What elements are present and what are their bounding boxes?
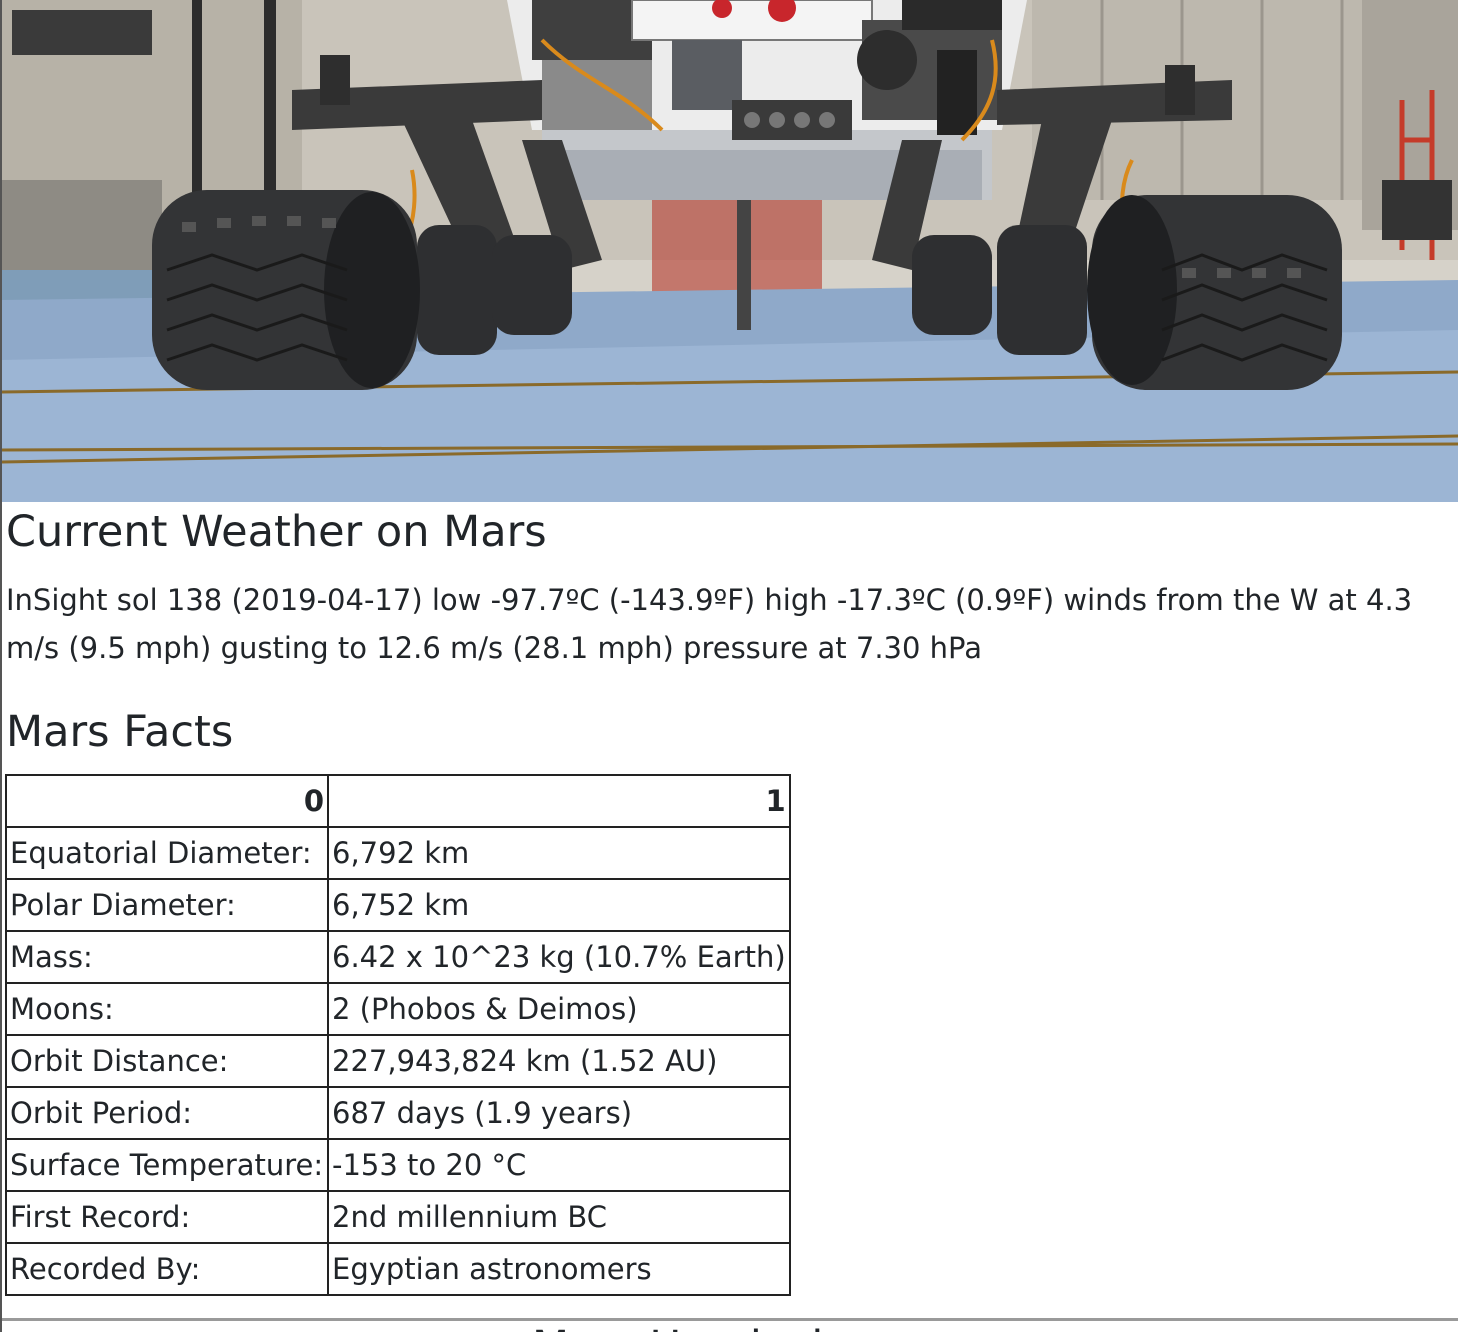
fact-label: Recorded By:: [5, 1242, 329, 1296]
rover-photo: [2, 0, 1458, 502]
fact-label: Polar Diameter:: [5, 878, 329, 932]
fact-value: 227,943,824 km (1.52 AU): [327, 1034, 791, 1088]
facts-heading: Mars Facts: [6, 707, 234, 757]
fact-value: 2nd millennium BC: [327, 1190, 791, 1244]
facts-header-row: 0 1: [5, 774, 791, 828]
fact-label: Moons:: [5, 982, 329, 1036]
table-row: Orbit Period: 687 days (1.9 years): [5, 1086, 791, 1140]
section-divider: [2, 1318, 1458, 1321]
fact-value: Egyptian astronomers: [327, 1242, 791, 1296]
table-row: Surface Temperature: -153 to 20 °C: [5, 1138, 791, 1192]
fact-value: -153 to 20 °C: [327, 1138, 791, 1192]
table-row: Polar Diameter: 6,752 km: [5, 878, 791, 932]
table-row: Equatorial Diameter: 6,792 km: [5, 826, 791, 880]
fact-label: Mass:: [5, 930, 329, 984]
fact-value: 6,752 km: [327, 878, 791, 932]
fact-label: Equatorial Diameter:: [5, 826, 329, 880]
fact-value: 687 days (1.9 years): [327, 1086, 791, 1140]
featured-image: [2, 0, 1458, 502]
fact-label: Surface Temperature:: [5, 1138, 329, 1192]
table-row: First Record: 2nd millennium BC: [5, 1190, 791, 1244]
table-row: Orbit Distance: 227,943,824 km (1.52 AU): [5, 1034, 791, 1088]
fact-label: First Record:: [5, 1190, 329, 1244]
fact-label: Orbit Period:: [5, 1086, 329, 1140]
facts-column-header-0: 0: [5, 774, 329, 828]
fact-label: Orbit Distance:: [5, 1034, 329, 1088]
hemispheres-section: Mars Hemispheres: [2, 1316, 1458, 1332]
weather-heading: Current Weather on Mars: [6, 507, 547, 557]
page: Current Weather on Mars InSight sol 138 …: [0, 0, 1458, 1332]
hemispheres-heading: Mars Hemispheres: [532, 1322, 931, 1332]
fact-value: 2 (Phobos & Deimos): [327, 982, 791, 1036]
fact-value: 6.42 x 10^23 kg (10.7% Earth): [327, 930, 791, 984]
table-row: Recorded By: Egyptian astronomers: [5, 1242, 791, 1296]
fact-value: 6,792 km: [327, 826, 791, 880]
facts-table: 0 1 Equatorial Diameter: 6,792 km Polar …: [5, 774, 791, 1296]
table-row: Moons: 2 (Phobos & Deimos): [5, 982, 791, 1036]
table-row: Mass: 6.42 x 10^23 kg (10.7% Earth): [5, 930, 791, 984]
facts-column-header-1: 1: [327, 774, 791, 828]
weather-report: InSight sol 138 (2019-04-17) low -97.7ºC…: [6, 583, 1413, 665]
